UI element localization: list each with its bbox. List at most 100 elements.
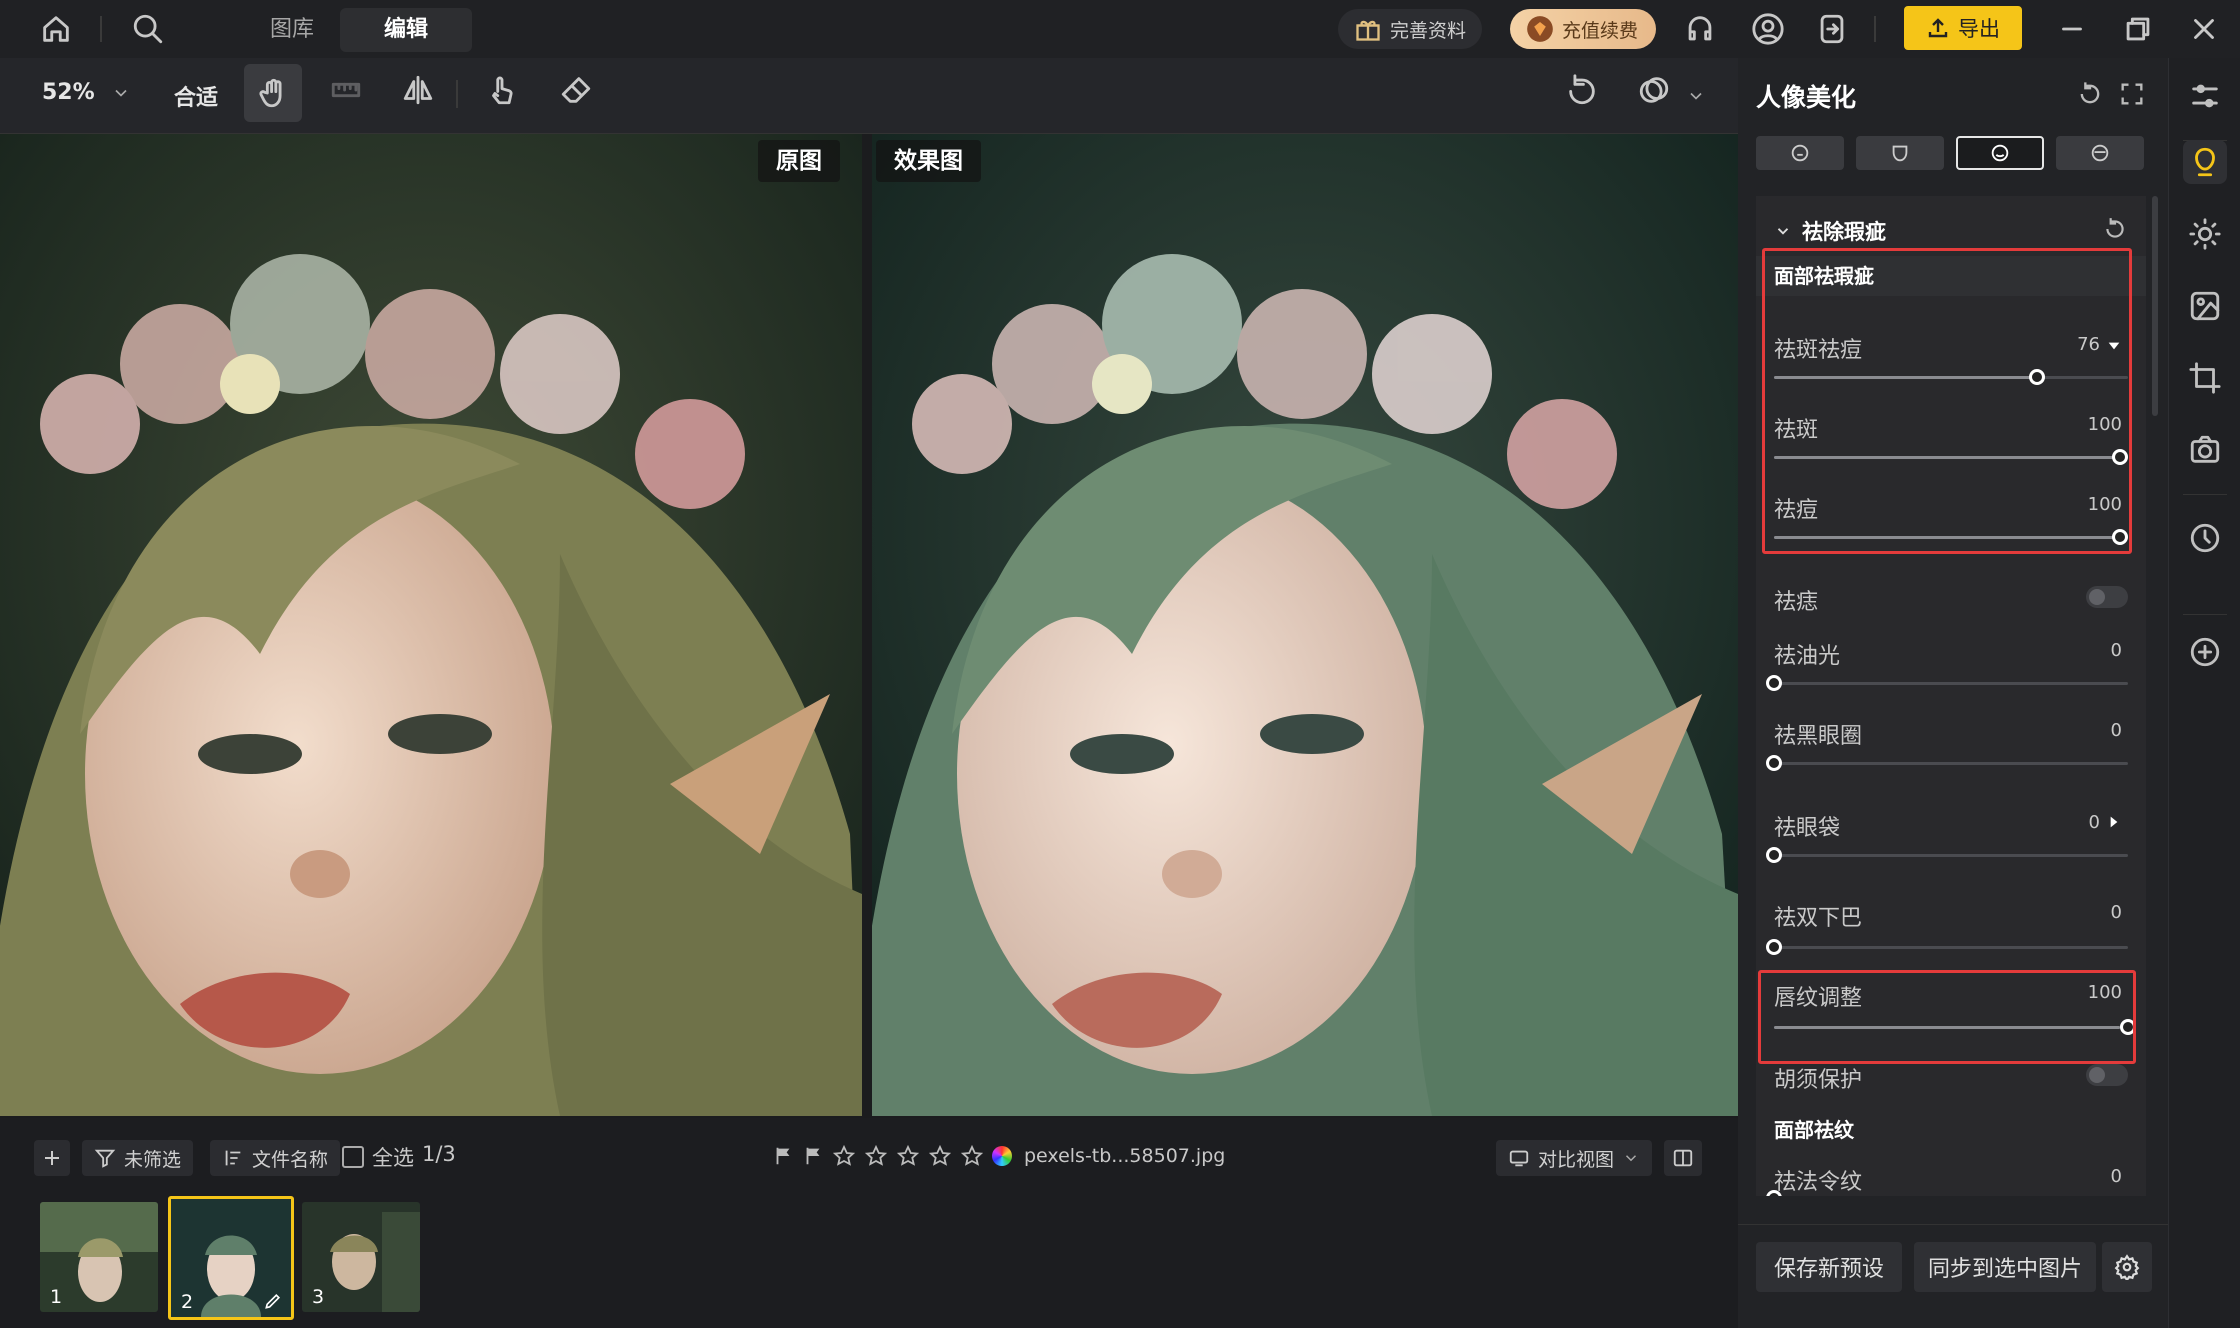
restore-icon[interactable] — [2118, 9, 2158, 49]
plus-icon — [40, 1146, 64, 1170]
adjust-icon[interactable] — [2183, 74, 2227, 118]
touch-icon[interactable] — [482, 70, 522, 110]
smile-icon — [1989, 142, 2011, 164]
slider-track[interactable] — [1774, 682, 2128, 685]
slider-label: 祛黑眼圈 — [1774, 724, 1863, 749]
sync-button[interactable]: 同步到选中图片 — [1914, 1242, 2096, 1292]
add-button[interactable] — [34, 1140, 70, 1176]
slider-track[interactable] — [1774, 946, 2128, 949]
chevron-down-icon — [1622, 1149, 1640, 1167]
slider-thumb[interactable] — [1766, 847, 1782, 863]
camera-icon[interactable] — [2183, 428, 2227, 472]
slider-value: 0 — [2110, 902, 2122, 923]
login-icon[interactable] — [1812, 9, 1852, 49]
search-icon[interactable] — [128, 9, 168, 49]
title-bar: 图库 编辑 完善资料 充值续费 导出 — [0, 0, 2240, 58]
portrait-result — [872, 134, 1738, 1116]
slider-thumb[interactable] — [1766, 755, 1782, 771]
reset-icon[interactable] — [2076, 80, 2104, 108]
slider-track[interactable] — [1774, 854, 2128, 857]
fullscreen-icon[interactable] — [2118, 80, 2146, 108]
filter-button[interactable]: 未筛选 — [82, 1140, 194, 1176]
star-icon[interactable] — [928, 1144, 952, 1168]
mole-toggle[interactable] — [2086, 586, 2128, 608]
original-label: 原图 — [758, 140, 840, 182]
user-icon[interactable] — [1748, 9, 1788, 49]
slider-value: 0 — [2110, 720, 2122, 741]
home-icon[interactable] — [36, 9, 76, 49]
slider-track[interactable] — [1774, 762, 2128, 765]
divider — [1874, 16, 1876, 42]
tab-makeup[interactable] — [2056, 136, 2144, 170]
ruler-icon[interactable] — [326, 70, 366, 110]
portrait-icon[interactable] — [2183, 140, 2227, 184]
tab-shape[interactable] — [1856, 136, 1944, 170]
gear-icon — [2114, 1254, 2140, 1280]
divider — [100, 16, 102, 42]
thumbnail-3[interactable]: 3 — [302, 1202, 420, 1312]
view-mode-select[interactable]: 对比视图 — [1496, 1140, 1652, 1176]
tab-skin[interactable] — [1756, 136, 1844, 170]
reset-icon[interactable] — [1562, 70, 1602, 110]
filter-icon — [94, 1147, 116, 1169]
compare-icon[interactable] — [1634, 70, 1674, 110]
tab-library[interactable]: 图库 — [226, 8, 358, 52]
flag-reject-icon[interactable] — [802, 1145, 824, 1167]
image-edit-icon[interactable] — [2183, 284, 2227, 328]
result-image[interactable] — [872, 134, 1738, 1116]
triangle-right-icon[interactable] — [2106, 814, 2122, 830]
slider-thumb[interactable] — [1766, 675, 1782, 691]
hand-tool-icon[interactable] — [244, 64, 302, 122]
blemish-section: 祛除瑕疵 面部祛瑕疵 祛斑祛痘 76 祛斑 100 祛痘 100 祛痣 祛油光 … — [1756, 196, 2146, 1196]
thumbnail-1[interactable]: 1 — [40, 1202, 158, 1312]
minimize-icon[interactable] — [2052, 9, 2092, 49]
split-view-button[interactable] — [1664, 1140, 1702, 1176]
star-icon[interactable] — [896, 1144, 920, 1168]
divider — [2183, 494, 2227, 495]
beard-toggle[interactable] — [2086, 1064, 2128, 1086]
headset-icon[interactable] — [1680, 9, 1720, 49]
light-icon[interactable] — [2183, 212, 2227, 256]
sort-button[interactable]: 文件名称 — [210, 1140, 341, 1176]
gem-icon — [1526, 15, 1554, 43]
settings-button[interactable] — [2102, 1242, 2152, 1292]
scrollbar[interactable] — [2152, 196, 2158, 416]
thumbnail-2[interactable]: 2 — [168, 1196, 294, 1320]
edit-toolbar: 52% 合适 — [0, 58, 1738, 134]
reset-icon[interactable] — [2102, 216, 2128, 242]
star-icon[interactable] — [832, 1144, 856, 1168]
complete-profile-button[interactable]: 完善资料 — [1338, 9, 1483, 49]
sort-icon — [222, 1147, 244, 1169]
fit-button[interactable]: 合适 — [174, 80, 218, 112]
color-label-icon[interactable] — [992, 1146, 1012, 1166]
slider-label: 祛双下巴 — [1774, 906, 1863, 931]
tab-blemish[interactable] — [1956, 136, 2044, 170]
gift-icon — [1354, 15, 1382, 43]
slider-label: 祛法令纹 — [1774, 1170, 1863, 1195]
slider-thumb[interactable] — [1766, 939, 1782, 955]
save-preset-button[interactable]: 保存新预设 — [1756, 1242, 1902, 1292]
flag-icon[interactable] — [772, 1145, 794, 1167]
panel-title: 人像美化 — [1756, 83, 1857, 112]
tab-edit[interactable]: 编辑 — [340, 8, 473, 52]
divider — [456, 80, 458, 108]
crop-icon[interactable] — [2183, 356, 2227, 400]
select-all-checkbox[interactable] — [342, 1146, 364, 1168]
flip-icon[interactable] — [398, 70, 438, 110]
add-circle-icon[interactable] — [2183, 630, 2227, 674]
history-icon[interactable] — [2183, 516, 2227, 560]
recharge-button[interactable]: 充值续费 — [1510, 9, 1656, 49]
original-image[interactable] — [0, 134, 862, 1116]
star-icon[interactable] — [864, 1144, 888, 1168]
export-button[interactable]: 导出 — [1904, 6, 2022, 50]
eraser-icon[interactable] — [556, 70, 596, 110]
edited-icon — [263, 1291, 283, 1311]
star-icon[interactable] — [960, 1144, 984, 1168]
close-icon[interactable] — [2184, 9, 2224, 49]
select-all-label: 全选 1/3 — [372, 1142, 456, 1170]
section-header[interactable]: 祛除瑕疵 — [1774, 216, 1886, 246]
toggle-label: 胡须保护 — [1774, 1068, 1863, 1093]
chevron-down-icon[interactable] — [1686, 86, 1706, 106]
slider-label: 祛油光 — [1774, 644, 1841, 669]
zoom-select[interactable]: 52% — [42, 80, 131, 105]
